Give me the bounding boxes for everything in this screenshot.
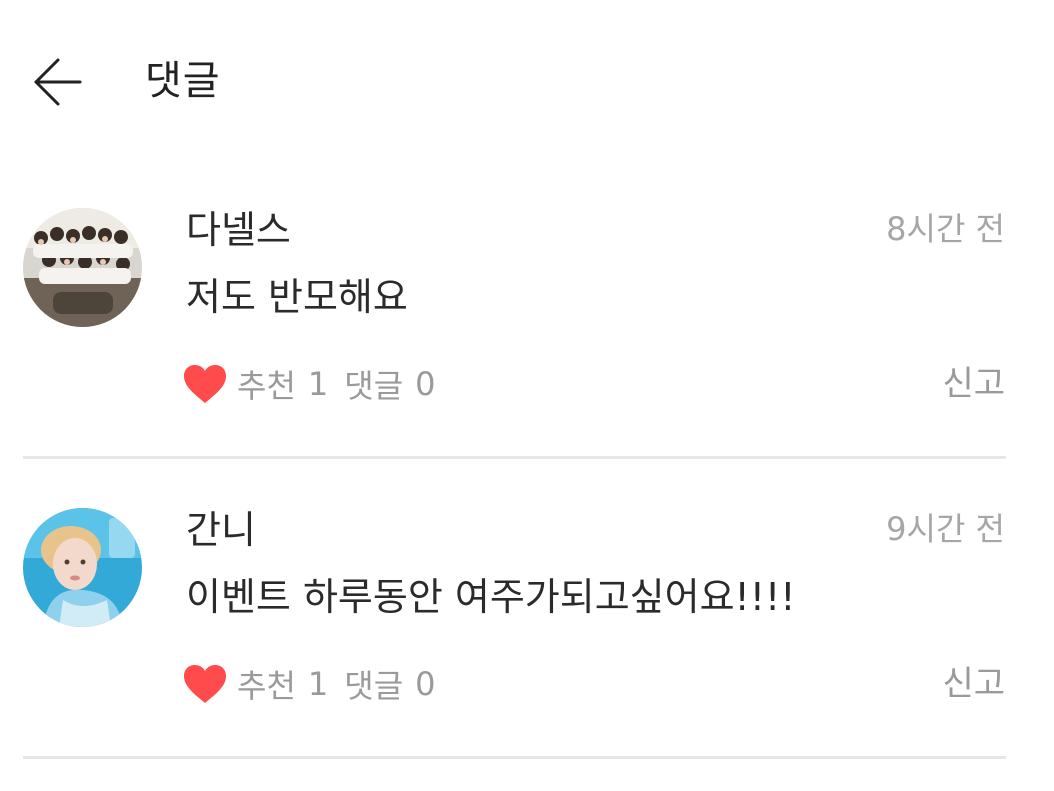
report-button[interactable]: 신고 (942, 360, 1005, 408)
like-count: 1 (307, 365, 329, 403)
comment-author[interactable]: 간니 (186, 506, 256, 554)
reply-label[interactable]: 댓글 (344, 361, 403, 407)
comment-author[interactable]: 다넬스 (186, 206, 291, 254)
page-title: 댓글 (145, 58, 221, 104)
divider (23, 756, 1006, 759)
comment-actions: 추천 1 댓글 0 (183, 660, 452, 708)
app-header: 댓글 (0, 0, 1054, 160)
like-count: 1 (307, 665, 329, 703)
comment-timestamp: 8시간 전 (886, 210, 1005, 248)
arrow-left-icon (34, 58, 82, 106)
like-button[interactable] (183, 362, 227, 406)
like-button[interactable] (183, 662, 227, 706)
avatar[interactable] (23, 508, 142, 627)
comment-text: 이벤트 하루동안 여주가되고싶어요!!!! (186, 575, 796, 619)
comment-actions: 추천 1 댓글 0 (183, 360, 452, 408)
like-label: 추천 (237, 367, 296, 405)
divider (23, 456, 1006, 459)
heart-icon (184, 665, 226, 703)
heart-icon (184, 365, 226, 403)
reply-count: 0 (415, 665, 436, 703)
reply-count: 0 (415, 365, 436, 403)
like-label: 추천 (237, 667, 296, 705)
comment-item: 다넬스 8시간 전 저도 반모해요 추천 1 댓글 0 신고 (0, 160, 1054, 460)
comment-text: 저도 반모해요 (186, 275, 408, 319)
reply-label[interactable]: 댓글 (344, 661, 403, 707)
comment-item: 간니 9시간 전 이벤트 하루동안 여주가되고싶어요!!!! 추천 1 댓글 0… (0, 460, 1054, 760)
comment-timestamp: 9시간 전 (886, 510, 1005, 548)
report-button[interactable]: 신고 (942, 660, 1005, 708)
avatar[interactable] (23, 208, 142, 327)
back-button[interactable] (22, 46, 94, 118)
comments-page: 댓글 다넬스 8시간 전 저도 반모해요 추천 1 댓글 0 신고 간니 9시간… (0, 0, 1054, 791)
